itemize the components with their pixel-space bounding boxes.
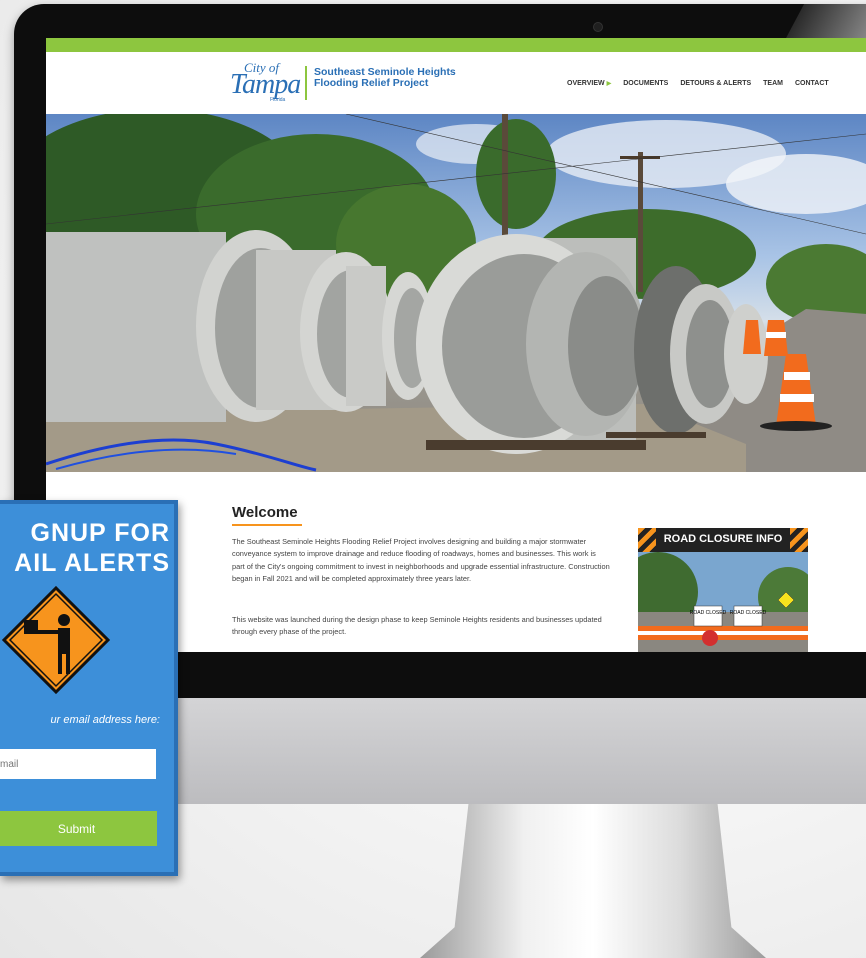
- city-of-tampa-logo[interactable]: City of Tampa Florida: [230, 60, 302, 104]
- hazard-stripes-left: [638, 528, 656, 552]
- sign1-word1: ROAD CLOSED: [690, 610, 727, 616]
- nav-overview-label: OVERVIEW: [567, 80, 605, 87]
- signup-title-line2: AIL ALERTS: [14, 549, 170, 577]
- heading-underline: [232, 524, 302, 526]
- signup-title-line1: GNUP FOR: [30, 519, 170, 547]
- road-closure-title: ROAD CLOSURE INFO: [663, 533, 783, 545]
- email-input[interactable]: [0, 749, 156, 779]
- email-signup-panel: GNUP FOR AIL ALERTS ur email address her…: [0, 500, 178, 876]
- sign2-word1: ROAD CLOSED: [730, 610, 767, 616]
- nav-team[interactable]: TEAM: [763, 80, 783, 87]
- bezel-glare: [783, 4, 866, 42]
- welcome-heading: Welcome: [232, 504, 298, 521]
- nav-overview[interactable]: OVERVIEW ▶: [567, 80, 611, 87]
- launch-paragraph: This website was launched during the des…: [232, 615, 602, 637]
- monitor-chin: [178, 698, 866, 804]
- hero-image: [46, 114, 866, 472]
- monitor-stand: [420, 804, 766, 958]
- hazard-stripes-right: [790, 528, 808, 552]
- project-title-line2: Flooding Relief Project: [314, 77, 429, 89]
- signup-title: GNUP FOR AIL ALERTS: [0, 518, 170, 578]
- flagger-sign-icon: [1, 585, 111, 695]
- nav-contact[interactable]: CONTACT: [795, 80, 829, 87]
- main-nav: OVERVIEW ▶ DOCUMENTS DETOURS & ALERTS TEA…: [567, 80, 829, 87]
- intro-paragraph: The Southeast Seminole Heights Flooding …: [232, 537, 610, 583]
- signup-prompt: ur email address here:: [50, 714, 160, 726]
- logo-tampa-text: Tampa: [230, 69, 301, 100]
- webcam: [593, 22, 603, 32]
- project-title[interactable]: Southeast Seminole Heights Flooding Reli…: [314, 67, 456, 89]
- logo-state-text: Florida: [270, 97, 286, 103]
- nav-documents[interactable]: DOCUMENTS: [623, 80, 668, 87]
- site-header: City of Tampa Florida Southeast Seminole…: [46, 52, 866, 114]
- road-closure-banner-bar: ROAD CLOSURE INFO: [638, 528, 808, 552]
- hero-pipes-illustration: [46, 114, 866, 472]
- top-accent-bar: [46, 38, 866, 52]
- road-closure-photo: ROAD CLOSED ROAD CLOSED: [638, 552, 808, 652]
- chevron-right-icon: ▶: [606, 81, 612, 87]
- road-closure-info-banner[interactable]: ROAD CLOSURE INFO ROAD CLOSED ROAD CLOSE…: [638, 528, 808, 652]
- logo-divider: [305, 66, 307, 100]
- submit-button[interactable]: Submit: [0, 811, 157, 846]
- nav-detours-alerts[interactable]: DETOURS & ALERTS: [680, 80, 751, 87]
